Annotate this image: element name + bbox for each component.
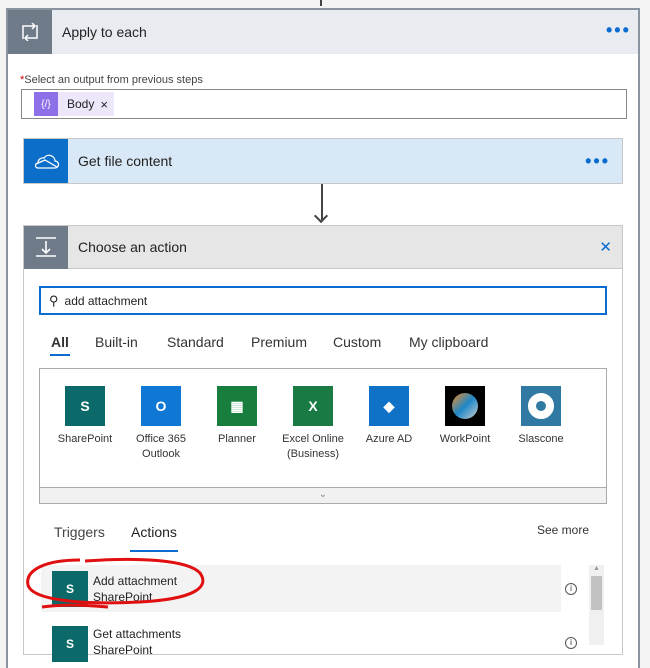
token-label: Body bbox=[67, 97, 95, 111]
tab-built-in[interactable]: Built-in bbox=[95, 334, 138, 350]
tab-my-clipboard[interactable]: My clipboard bbox=[409, 334, 488, 350]
connector-label: WorkPoint bbox=[439, 433, 491, 445]
connector-label: Planner bbox=[218, 433, 256, 445]
see-more-link[interactable]: See more bbox=[537, 523, 589, 537]
apply-to-each-header[interactable]: Apply to each ••• bbox=[8, 10, 638, 54]
action-title: Get attachments bbox=[93, 627, 182, 641]
action-row-get-attachments[interactable]: S Get attachments SharePoint bbox=[41, 620, 561, 667]
choose-action-header: Choose an action ✕ bbox=[23, 225, 623, 269]
more-options-icon[interactable]: ••• bbox=[585, 151, 610, 172]
scrollbar-thumb[interactable] bbox=[591, 576, 602, 610]
field-label: Select an output from previous steps bbox=[24, 74, 203, 86]
info-icon[interactable]: i bbox=[565, 637, 577, 649]
remove-token-icon[interactable]: × bbox=[100, 97, 114, 112]
excel-icon: X bbox=[293, 386, 333, 426]
subtab-triggers[interactable]: Triggers bbox=[54, 524, 105, 540]
planner-icon: ▦ bbox=[217, 386, 257, 426]
search-value: add attachment bbox=[64, 293, 148, 308]
get-file-content-card[interactable]: Get file content ••• bbox=[23, 138, 623, 184]
connector-sharepoint[interactable]: S SharePoint bbox=[45, 386, 125, 447]
red-annotation-circle bbox=[26, 557, 205, 609]
connector-label: Excel Online (Business) bbox=[282, 433, 344, 460]
connector-excel[interactable]: X Excel Online (Business) bbox=[273, 386, 353, 462]
connector-label: Slascone bbox=[518, 433, 564, 445]
choose-action-title: Choose an action bbox=[78, 239, 187, 255]
subtab-actions[interactable]: Actions bbox=[131, 524, 177, 540]
connector-slascone[interactable]: Slascone bbox=[501, 386, 581, 447]
search-icon: ⚲ bbox=[49, 292, 59, 308]
close-icon[interactable]: ✕ bbox=[599, 238, 612, 256]
outlook-icon: O bbox=[141, 386, 181, 426]
body-token: {/} Body × bbox=[34, 92, 114, 116]
info-icon[interactable]: i bbox=[565, 583, 577, 595]
apply-to-each-title: Apply to each bbox=[62, 24, 147, 40]
tab-all[interactable]: All bbox=[51, 334, 69, 350]
scroll-up-icon[interactable]: ▲ bbox=[589, 565, 604, 572]
tab-underline bbox=[50, 354, 70, 356]
connector-label: Office 365 Outlook bbox=[136, 433, 186, 460]
expression-icon: {/} bbox=[34, 92, 58, 116]
tab-premium[interactable]: Premium bbox=[251, 334, 307, 350]
tab-standard[interactable]: Standard bbox=[167, 334, 224, 350]
get-file-content-title: Get file content bbox=[78, 153, 173, 169]
loop-icon bbox=[8, 10, 52, 54]
chevron-down-icon: ⌄ bbox=[318, 489, 328, 500]
subtab-underline bbox=[130, 550, 178, 552]
sharepoint-icon: S bbox=[52, 625, 88, 662]
tab-custom[interactable]: Custom bbox=[333, 334, 381, 350]
expand-connectors-button[interactable]: ⌄ bbox=[40, 487, 606, 503]
connector-workpoint[interactable]: WorkPoint bbox=[425, 386, 505, 447]
more-options-icon[interactable]: ••• bbox=[606, 20, 631, 41]
connector-label: SharePoint bbox=[57, 433, 113, 445]
connector-planner[interactable]: ▦ Planner bbox=[197, 386, 277, 447]
action-connector: SharePoint bbox=[93, 643, 153, 657]
search-input[interactable]: ⚲ add attachment bbox=[39, 286, 607, 315]
connector-azure-ad[interactable]: ◆ Azure AD bbox=[349, 386, 429, 447]
connector-label: Azure AD bbox=[365, 433, 413, 445]
onedrive-icon bbox=[24, 139, 68, 183]
scrollbar[interactable]: ▲ bbox=[589, 565, 604, 645]
slascone-icon bbox=[521, 386, 561, 426]
flow-arrow-top bbox=[320, 0, 324, 6]
sharepoint-icon: S bbox=[65, 386, 105, 426]
azure-ad-icon: ◆ bbox=[369, 386, 409, 426]
workpoint-icon bbox=[445, 386, 485, 426]
action-icon bbox=[24, 225, 68, 269]
output-select-field[interactable]: {/} Body × bbox=[21, 89, 627, 119]
connector-outlook[interactable]: O Office 365 Outlook bbox=[121, 386, 201, 462]
